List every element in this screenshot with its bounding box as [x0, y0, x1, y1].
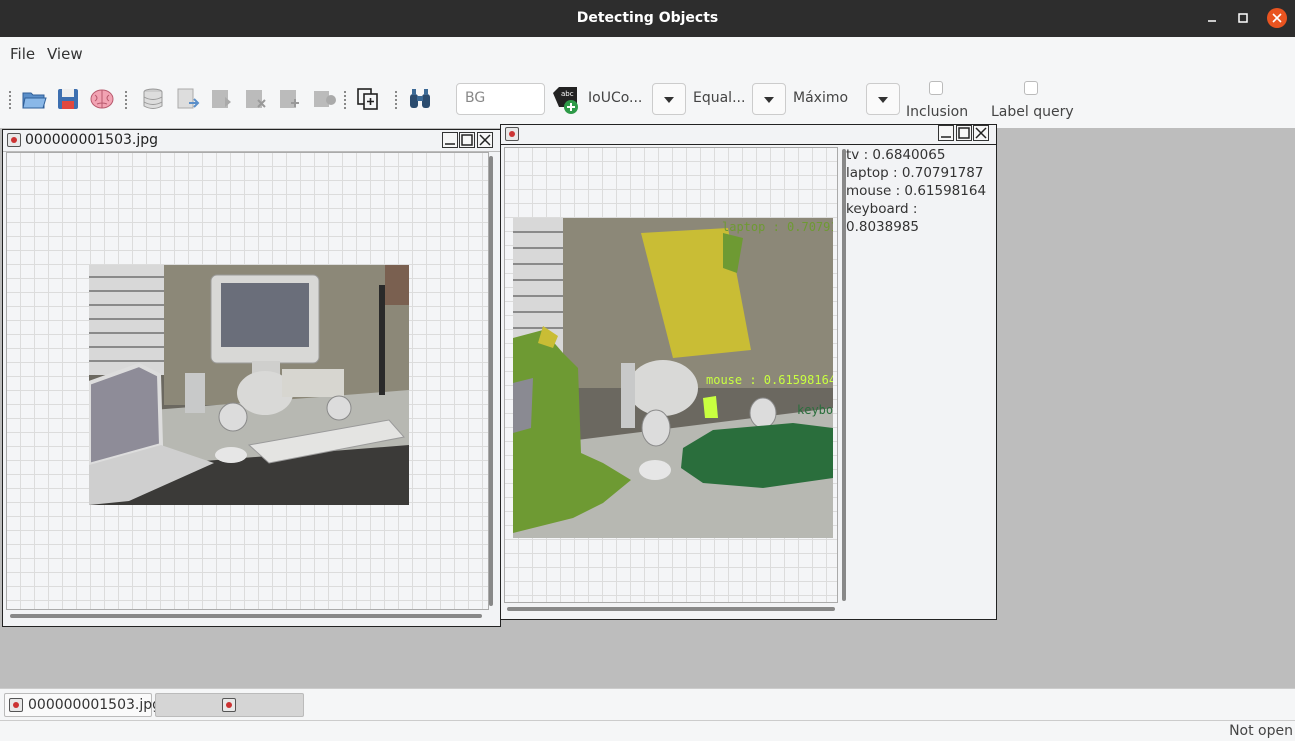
close-icon[interactable]	[1267, 8, 1287, 28]
horizontal-scrollbar[interactable]	[507, 607, 835, 611]
label-query-checkbox[interactable]	[1024, 81, 1038, 95]
vertical-scrollbar[interactable]	[489, 156, 493, 606]
mouse-overlay-label: mouse : 0.61598164	[706, 373, 833, 387]
save-icon[interactable]	[55, 86, 81, 112]
menu-view[interactable]: View	[47, 45, 83, 63]
detection-canvas[interactable]: laptop : 0.70791787 mouse : 0.61598164 k…	[504, 147, 838, 603]
equal-combo-dropdown[interactable]	[752, 83, 786, 115]
frame-close-button[interactable]	[477, 132, 493, 148]
taskbar-frame-tab[interactable]	[155, 693, 304, 717]
original-image-frame[interactable]: 000000001503.jpg	[2, 129, 501, 627]
frame-title-bar[interactable]	[501, 125, 996, 145]
horizontal-scrollbar[interactable]	[10, 614, 482, 618]
status-text: Not open	[1229, 723, 1293, 739]
inclusion-label: Inclusion	[906, 104, 969, 120]
frame-minimize-button[interactable]	[938, 125, 954, 141]
max-combo-label: Máximo	[793, 90, 849, 106]
iou-combo-dropdown[interactable]	[652, 83, 686, 115]
toolbar-separator	[9, 91, 12, 109]
toolbar: BG abc IoUCo... Equal... Máximo Inclusio…	[0, 71, 1295, 128]
iou-combo-label: IoUCo...	[588, 90, 643, 106]
taskbar-frame-title: 000000001503.jpg	[28, 697, 161, 713]
keyboard-overlay-label: keyboard : 0.8038985	[797, 403, 833, 417]
toolbar-separator	[395, 91, 398, 109]
detection-results-list: tv : 0.6840065 laptop : 0.70791787 mouse…	[846, 146, 992, 236]
java-icon	[505, 127, 519, 141]
export-icon[interactable]	[209, 86, 235, 112]
svg-text:abc: abc	[561, 90, 574, 98]
inclusion-checkbox[interactable]	[929, 81, 943, 95]
frame-close-button[interactable]	[973, 125, 989, 141]
result-item: keyboard : 0.8038985	[846, 201, 920, 235]
database-icon[interactable]	[140, 86, 166, 112]
java-icon	[7, 133, 21, 147]
copy-add-icon[interactable]	[355, 86, 381, 112]
label-query-label: Label query	[991, 104, 1074, 120]
toolbar-separator	[125, 91, 128, 109]
open-folder-icon[interactable]	[21, 86, 47, 112]
frame-title: 000000001503.jpg	[25, 132, 158, 148]
window-title: Detecting Objects	[576, 10, 719, 26]
delete-icon[interactable]	[243, 86, 269, 112]
menu-bar: File View	[0, 37, 1295, 71]
tag-icon[interactable]	[311, 86, 337, 112]
toolbar-separator	[344, 91, 347, 109]
add-label-icon[interactable]: abc	[551, 85, 581, 115]
frame-minimize-button[interactable]	[442, 132, 458, 148]
result-item: mouse : 0.61598164	[846, 183, 987, 199]
max-combo-dropdown[interactable]	[866, 83, 900, 115]
java-icon	[222, 698, 236, 712]
binoculars-icon[interactable]	[407, 86, 433, 112]
laptop-overlay-label: laptop : 0.70791787	[722, 220, 833, 234]
java-icon	[9, 698, 23, 712]
maximize-icon[interactable]	[1234, 9, 1252, 27]
frame-maximize-button[interactable]	[956, 125, 972, 141]
title-bar: Detecting Objects	[0, 0, 1295, 37]
frame-title-bar[interactable]: 000000001503.jpg	[3, 130, 500, 152]
brain-icon[interactable]	[89, 86, 115, 112]
desk-photo	[89, 265, 409, 505]
label-input[interactable]: BG	[456, 83, 545, 115]
segmentation-photo: laptop : 0.70791787 mouse : 0.61598164 k…	[513, 218, 833, 538]
equal-combo-label: Equal...	[693, 90, 746, 106]
import-icon[interactable]	[175, 86, 201, 112]
result-item: tv : 0.6840065	[846, 147, 946, 163]
result-item: laptop : 0.70791787	[846, 165, 984, 181]
add-icon[interactable]	[277, 86, 303, 112]
image-canvas[interactable]	[6, 152, 489, 610]
menu-file[interactable]: File	[10, 45, 35, 63]
taskbar-frame-tab[interactable]: 000000001503.jpg	[4, 693, 161, 717]
minimize-icon[interactable]	[1203, 9, 1221, 27]
frame-maximize-button[interactable]	[459, 132, 475, 148]
frame-taskbar: 000000001503.jpg	[0, 688, 1295, 720]
status-bar: Not open	[0, 720, 1295, 741]
